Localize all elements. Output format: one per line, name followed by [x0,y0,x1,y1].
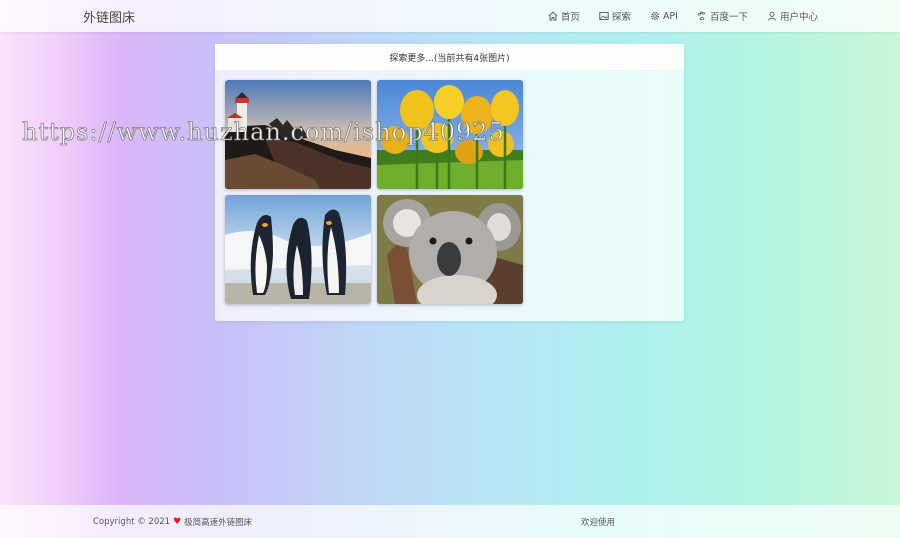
footer-site-name[interactable]: 极简高速外链图床 [184,516,252,528]
brand-title[interactable]: 外链图床 [83,7,135,26]
gear-icon [650,11,660,21]
nav-label-baidu: 百度一下 [709,12,748,23]
top-navbar: 外链图床 首页 探索 API 百度一下 用户中心 [0,0,900,32]
nav-label-home: 首页 [560,12,580,23]
nav-label-api: API [662,10,678,22]
nav-label-user-center: 用户中心 [779,12,818,23]
gallery-title: 探索更多...(当前共有4张图片) [215,44,684,71]
image-icon [599,12,609,20]
nav-item-api[interactable]: API [650,11,678,22]
home-icon [548,11,558,21]
footer-welcome: 欢迎使用 [581,518,616,528]
nav-item-home[interactable]: 首页 [548,9,580,23]
footer-copyright: Copyright © 2021 ♥ 极简高速外链图床 [93,516,252,528]
gallery-card: 探索更多...(当前共有4张图片) [215,44,684,321]
nav-item-user-center[interactable]: 用户中心 [767,9,818,23]
heart-icon: ♥ [173,517,182,527]
gallery-image-penguins[interactable] [225,195,371,304]
user-icon [767,11,777,21]
nav-label-explore: 探索 [611,12,631,23]
nav-item-baidu[interactable]: 百度一下 [697,9,748,23]
page-footer: Copyright © 2021 ♥ 极简高速外链图床 欢迎使用 [0,505,900,538]
koala-image [377,195,523,304]
main-nav: 首页 探索 API 百度一下 用户中心 [529,0,818,32]
gallery-image-koala[interactable] [377,195,523,304]
copyright-text: Copyright © 2021 [93,517,171,527]
penguins-image [225,195,371,304]
paw-icon [697,11,705,21]
nav-item-explore[interactable]: 探索 [599,9,631,23]
watermark-text: https://www.huzhan.com/ishop40925 [22,118,505,147]
